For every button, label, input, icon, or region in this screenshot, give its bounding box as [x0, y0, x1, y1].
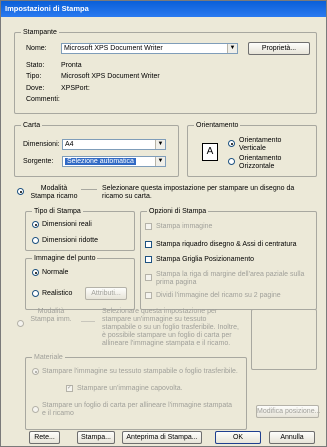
printer-name-value: Microsoft XPS Document Writer: [64, 45, 163, 52]
realistic-label: Realistico: [42, 290, 73, 297]
print-button[interactable]: Stampa...: [77, 431, 115, 444]
stitch-image-group-label: Immagine del punto: [32, 254, 98, 263]
print-settings-dialog: Impostazioni di Stampa Stampante Nome: M…: [0, 0, 327, 447]
orientation-group-label: Orientamento: [194, 121, 241, 130]
material-group: Materiale Stampare l'immagine su tessuto…: [25, 353, 247, 430]
orientation-group: Orientamento A Orientamento Verticale Or…: [187, 121, 317, 177]
network-button[interactable]: Rete...: [29, 431, 60, 444]
portrait-label: Orientamento Verticale: [239, 137, 282, 152]
print-preview-button[interactable]: Anteprima di Stampa...: [122, 431, 202, 444]
status-label: Stato:: [26, 62, 45, 69]
chevron-down-icon: ▼: [155, 157, 165, 166]
chevron-down-icon: ▼: [227, 44, 237, 53]
portrait-radio[interactable]: [228, 140, 235, 147]
print-image-checkbox[interactable]: [145, 223, 152, 230]
paper-source-value: Selezione automatica: [65, 158, 136, 165]
paper-size-select[interactable]: A4 ▼: [62, 139, 166, 150]
real-size-radio[interactable]: [32, 221, 39, 228]
normal-label: Normale: [42, 269, 69, 276]
paper-source-select[interactable]: Selezione automatica ▼: [62, 156, 166, 167]
embroidery-mode-radio[interactable]: [17, 188, 24, 195]
paper-group: Carta Dimensioni: A4 ▼ Sorgente: Selezio…: [14, 121, 179, 177]
print-grid-label: Stampa Griglia Posizionamento: [156, 256, 255, 263]
alignment-sheet-radio[interactable]: [32, 406, 39, 413]
ok-button[interactable]: OK: [215, 431, 261, 444]
normal-radio[interactable]: [32, 269, 39, 276]
printer-group-label: Stampante: [21, 28, 59, 37]
print-grid-checkbox[interactable]: [145, 256, 152, 263]
image-print-mode-label: Modalità Stampa imm.: [30, 308, 72, 323]
printer-name-select[interactable]: Microsoft XPS Document Writer ▼: [61, 43, 238, 54]
type-value: Microsoft XPS Document Writer: [61, 73, 160, 80]
fabric-transfer-radio[interactable]: [32, 368, 39, 375]
image-print-mode-description: Selezionare questa impostazione per stam…: [102, 308, 239, 347]
chevron-down-icon: ▼: [155, 140, 165, 149]
dialog-title: Impostazioni di Stampa: [1, 1, 326, 17]
preview-panel: [251, 309, 317, 370]
material-group-label: Materiale: [32, 353, 65, 362]
print-options-group-label: Opzioni di Stampa: [147, 207, 209, 216]
print-type-group-label: Tipo di Stampa: [32, 207, 83, 216]
separator: [81, 321, 95, 322]
reduced-size-label: Dimensioni ridotte: [42, 237, 99, 244]
landscape-label: Orientamento Orizzontale: [239, 155, 282, 170]
print-type-group: Tipo di Stampa Dimensioni reali Dimensio…: [25, 207, 135, 251]
paper-group-label: Carta: [21, 121, 43, 130]
print-options-group: Opzioni di Stampa Stampa immagine Stampa…: [140, 207, 317, 310]
separator: [81, 189, 97, 190]
paper-source-label: Sorgente:: [23, 158, 54, 165]
reduced-size-radio[interactable]: [32, 237, 39, 244]
image-print-mode-radio[interactable]: [17, 320, 24, 327]
split-image-checkbox[interactable]: [145, 292, 152, 299]
print-image-label: Stampa immagine: [156, 223, 213, 230]
mirror-image-label: Stampare un'immagine capovolta.: [77, 385, 183, 392]
status-value: Pronta: [61, 62, 82, 69]
where-value: XPSPort:: [61, 85, 90, 92]
where-label: Dove:: [26, 85, 45, 92]
attributes-button[interactable]: Attributi...: [85, 287, 127, 300]
comments-label: Commenti:: [26, 96, 60, 103]
realistic-radio[interactable]: [32, 290, 39, 297]
page-orientation-icon: A: [202, 143, 218, 161]
print-margin-line-label: Stampa la riga di margine dell'area pazi…: [156, 271, 305, 286]
type-label: Tipo:: [26, 73, 42, 80]
mirror-image-checkbox[interactable]: ✓: [66, 385, 73, 392]
embroidery-mode-description: Selezionare questa impostazione per stam…: [102, 185, 295, 200]
print-frame-axes-label: Stampa riquadro disegno & Assi di centra…: [156, 241, 297, 248]
embroidery-mode-label: Modalità Stampa ricamo: [30, 185, 78, 200]
real-size-label: Dimensioni reali: [42, 221, 92, 228]
print-margin-line-checkbox[interactable]: [145, 274, 152, 281]
printer-name-label: Nome:: [26, 45, 47, 52]
landscape-radio[interactable]: [228, 158, 235, 165]
print-frame-axes-checkbox[interactable]: [145, 241, 152, 248]
modify-position-button[interactable]: Modifica posizione...: [256, 405, 320, 418]
paper-size-value: A4: [65, 141, 74, 148]
paper-size-label: Dimensioni:: [23, 141, 60, 148]
fabric-transfer-label: Stampare l'immagine su tessuto stampabil…: [42, 368, 238, 375]
printer-group: Stampante Nome: Microsoft XPS Document W…: [14, 28, 317, 114]
alignment-sheet-label: Stampare un foglio di carta per allinear…: [42, 402, 233, 417]
split-image-label: Dividi l'immagine del ricamo su 2 pagine: [156, 292, 281, 299]
properties-button[interactable]: Proprietà...: [248, 42, 310, 55]
stitch-image-group: Immagine del punto Normale Realistico At…: [25, 254, 135, 310]
cancel-button[interactable]: Annulla: [269, 431, 315, 444]
